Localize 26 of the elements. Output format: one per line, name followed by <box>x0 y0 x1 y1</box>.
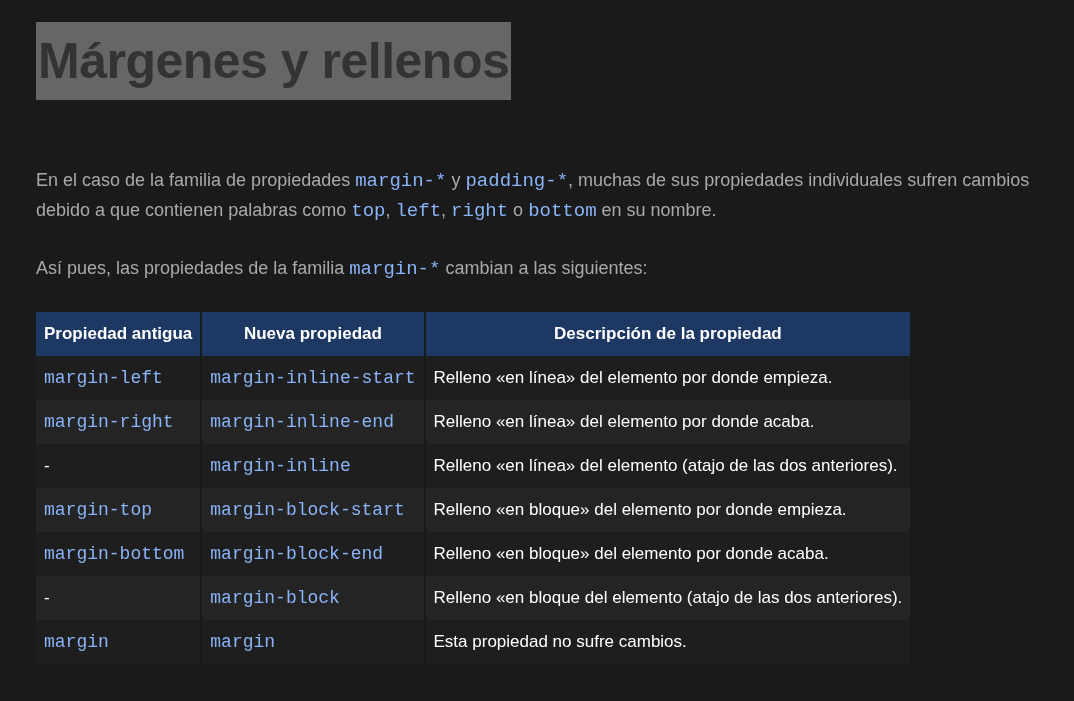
table-cell: Relleno «en línea» del elemento por donde empieza. <box>425 356 911 400</box>
table-cell: Relleno «en bloque» del elemento por donde empieza. <box>425 488 911 532</box>
table-cell: margin <box>202 620 424 664</box>
table-cell: margin-top <box>36 488 201 532</box>
table-cell: Relleno «en línea» del elemento (atajo de las dos anteriores). <box>425 444 911 488</box>
table-cell: margin-bottom <box>36 532 201 576</box>
table-cell: margin-block-start <box>202 488 424 532</box>
column-header: Nueva propiedad <box>202 312 424 356</box>
column-header: Descripción de la propiedad <box>425 312 911 356</box>
table-cell: Relleno «en bloque del elemento (atajo de las dos anteriores). <box>425 576 911 620</box>
table-cell: margin-block <box>202 576 424 620</box>
paragraph: Así pues, las propiedades de la familia margin-* cambian a las siguientes: <box>36 257 649 282</box>
table-cell: margin <box>36 620 201 664</box>
paragraph: En el caso de la familia de propiedades margin-* y padding-*, muchas de sus propiedades individuales sufren cambios debido a que contienen palabras como top, left, right o bottom en su nombre. <box>36 169 1031 224</box>
table-cell: margin-left <box>36 356 201 400</box>
table-cell: margin-inline <box>202 444 424 488</box>
table-cell: margin-inline-end <box>202 400 424 444</box>
table-cell: Esta propiedad no sufre cambios. <box>425 620 911 664</box>
table-cell: Relleno «en bloque» del elemento por donde acaba. <box>425 532 911 576</box>
column-header: Propiedad antigua <box>36 312 201 356</box>
table-cell: margin-right <box>36 400 201 444</box>
table-cell: - <box>36 444 201 488</box>
table-cell: Relleno «en línea» del elemento por donde acaba. <box>425 400 911 444</box>
table-cell: margin-inline-start <box>202 356 424 400</box>
table-cell: - <box>36 576 201 620</box>
table-cell: margin-block-end <box>202 532 424 576</box>
